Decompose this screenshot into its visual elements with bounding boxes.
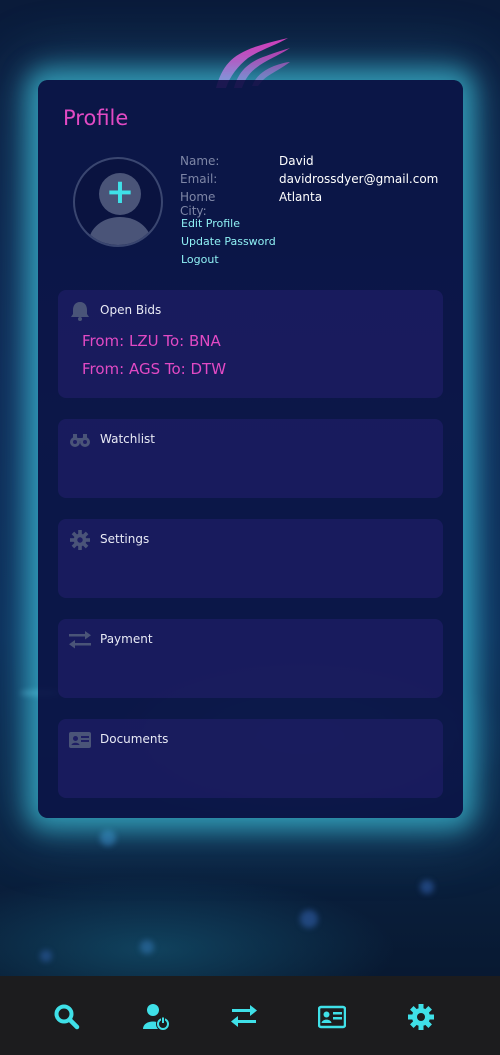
id-card-icon: [69, 732, 91, 748]
name-value: David: [279, 154, 314, 168]
home-city-label: Home City:: [180, 190, 216, 218]
open-bids-list: From: LZU To: BNA From: AGS To: DTW: [82, 332, 226, 388]
binoculars-icon: [70, 434, 90, 447]
gear-icon[interactable]: [407, 1003, 435, 1031]
watchlist-label: Watchlist: [100, 432, 155, 446]
bokeh-light: [140, 940, 154, 954]
settings-section[interactable]: Settings: [58, 519, 443, 598]
transfer-arrows-icon: [69, 631, 91, 649]
avatar-upload[interactable]: +: [73, 157, 163, 247]
email-value: davidrossdyer@gmail.com: [279, 172, 439, 186]
documents-label: Documents: [100, 732, 169, 746]
bokeh-light: [300, 910, 318, 928]
bid-item[interactable]: From: LZU To: BNA: [82, 332, 226, 360]
logout-link[interactable]: Logout: [181, 253, 276, 271]
open-bids-label: Open Bids: [100, 303, 162, 317]
search-icon[interactable]: [53, 1003, 81, 1031]
name-label: Name:: [180, 154, 220, 168]
id-card-icon[interactable]: [318, 1003, 346, 1031]
payment-label: Payment: [100, 632, 153, 646]
plus-icon: +: [105, 172, 135, 212]
bid-item[interactable]: From: AGS To: DTW: [82, 360, 226, 388]
email-label: Email:: [180, 172, 218, 186]
home-city-value: Atlanta: [279, 190, 323, 204]
bokeh-light: [40, 950, 52, 962]
gear-icon: [70, 530, 90, 550]
profile-card: Profile + Name: David Email: davidrossdy…: [38, 80, 463, 818]
bokeh-light: [420, 880, 434, 894]
profile-links: Edit Profile Update Password Logout: [181, 217, 276, 271]
settings-label: Settings: [100, 532, 150, 546]
open-bids-section[interactable]: Open Bids From: LZU To: BNA From: AGS To…: [58, 290, 443, 398]
payment-section[interactable]: Payment: [58, 619, 443, 698]
page-title: Profile: [63, 106, 129, 130]
edit-profile-link[interactable]: Edit Profile: [181, 217, 276, 235]
documents-section[interactable]: Documents: [58, 719, 443, 798]
user-power-icon[interactable]: [143, 1003, 171, 1031]
bokeh-light: [100, 830, 116, 846]
transfer-arrows-icon[interactable]: [230, 1003, 258, 1031]
update-password-link[interactable]: Update Password: [181, 235, 276, 253]
watchlist-section[interactable]: Watchlist: [58, 419, 443, 498]
avatar-body: [89, 217, 151, 245]
bell-icon: [71, 302, 89, 321]
bottom-navbar: [0, 976, 500, 1055]
